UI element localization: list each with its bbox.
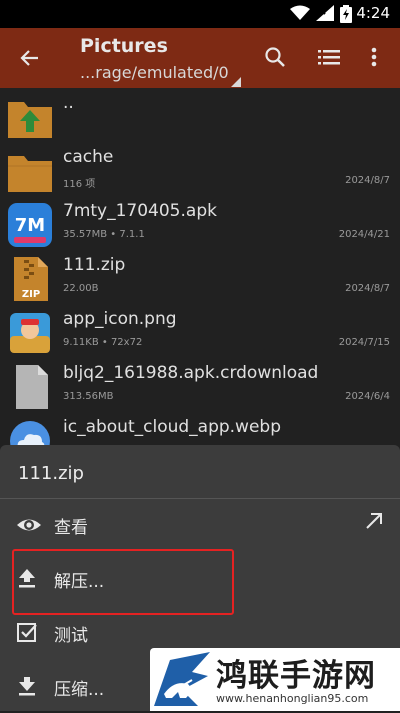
file-meta: 22.00B: [63, 283, 99, 294]
generic-file-icon: [16, 365, 48, 409]
menu-item-view[interactable]: 查看: [0, 499, 400, 551]
list-item[interactable]: app_icon.png 9.11KB • 72x72 2024/7/15: [0, 304, 400, 358]
file-date: 2024/8/7: [345, 175, 390, 186]
file-date: 2024/8/7: [345, 283, 390, 294]
path-selector[interactable]: ...rage/emulated/0: [80, 63, 229, 82]
file-meta: 313.56MB: [63, 391, 114, 402]
open-external-arrow-icon[interactable]: [364, 511, 384, 531]
bull-logo-icon: [154, 652, 210, 706]
file-name: ic_about_cloud_app.webp: [63, 417, 282, 437]
watermark-title: 鸿联手游网: [216, 658, 376, 694]
file-name: cache: [63, 147, 114, 167]
file-name: ..: [63, 93, 74, 113]
sheet-title: 111.zip: [18, 463, 84, 484]
svg-text:ZIP: ZIP: [22, 289, 40, 300]
wifi-icon: [290, 5, 310, 20]
zip-file-icon: ZIP: [14, 257, 48, 301]
list-item[interactable]: ..: [0, 88, 400, 142]
back-arrow-icon[interactable]: [18, 46, 42, 70]
more-options-icon[interactable]: [370, 46, 378, 68]
file-name: app_icon.png: [63, 309, 177, 329]
highlight-box: [12, 549, 234, 615]
list-item[interactable]: 7M 7mty_170405.apk 35.57MB • 7.1.1 2024/…: [0, 196, 400, 250]
file-name: 7mty_170405.apk: [63, 201, 217, 221]
compress-icon: [19, 677, 35, 696]
watermark: 鸿联手游网 www.henanhonglian95.com: [150, 648, 400, 711]
file-date: 2024/7/15: [338, 337, 390, 348]
svg-text:7M: 7M: [15, 215, 45, 236]
list-item[interactable]: bljq2_161988.apk.crdownload 313.56MB 202…: [0, 358, 400, 412]
apk-app-icon: 7M: [8, 203, 52, 247]
page-title: Pictures: [80, 35, 168, 57]
signal-icon: [316, 5, 334, 21]
folder-icon: [8, 156, 52, 192]
status-bar: 4:24: [0, 0, 400, 28]
image-thumbnail-icon: [10, 313, 50, 353]
list-item[interactable]: ZIP 111.zip 22.00B 2024/8/7: [0, 250, 400, 304]
list-item[interactable]: cache 116 项 2024/8/7: [0, 142, 400, 196]
file-date: 2024/4/21: [338, 229, 390, 240]
watermark-url: www.henanhonglian95.com: [216, 692, 369, 705]
checkbox-icon: [17, 623, 37, 642]
battery-icon: [340, 5, 352, 23]
search-icon[interactable]: [264, 46, 286, 68]
app-bar: Pictures ...rage/emulated/0: [0, 28, 400, 88]
menu-item-label: 查看: [54, 518, 88, 538]
clock: 4:24: [356, 4, 390, 22]
file-name: bljq2_161988.apk.crdownload: [63, 363, 319, 383]
list-view-icon[interactable]: [318, 48, 340, 66]
folder-up-icon: [8, 102, 52, 138]
file-meta: 9.11KB • 72x72: [63, 337, 143, 348]
file-date: 2024/6/4: [345, 391, 390, 402]
file-name: 111.zip: [63, 255, 126, 275]
menu-item-label: 压缩...: [54, 680, 105, 700]
dropdown-triangle-icon[interactable]: [231, 77, 241, 87]
menu-item-label: 测试: [54, 626, 88, 646]
file-meta: 35.57MB • 7.1.1: [63, 229, 145, 240]
file-meta: 116 项: [63, 179, 96, 190]
eye-icon: [17, 519, 41, 531]
